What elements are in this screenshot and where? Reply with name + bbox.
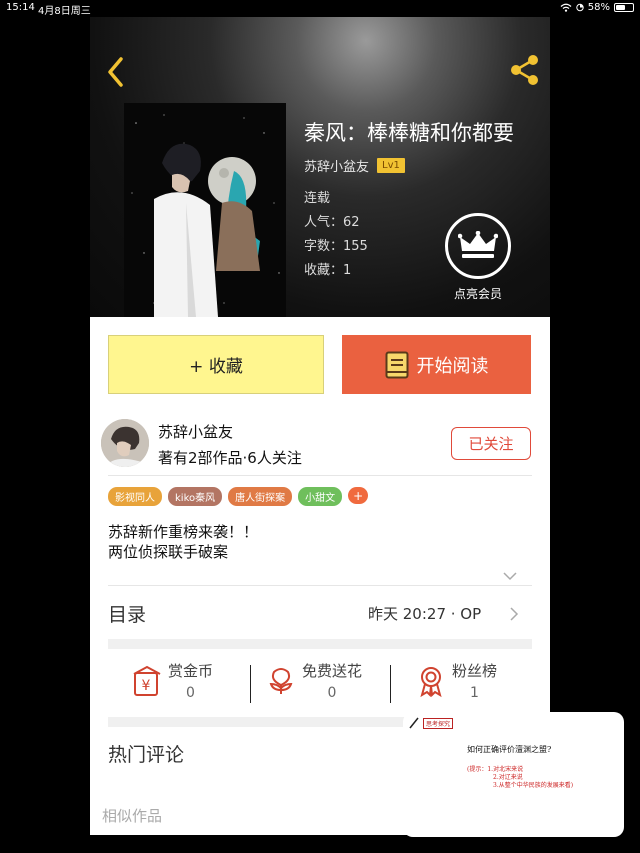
expand-intro-button[interactable] (502, 566, 518, 581)
book-title: 秦风：棒棒糖和你都要 (304, 121, 514, 145)
toc-chevron[interactable] (509, 606, 519, 622)
cover-image (124, 103, 286, 317)
book-intro: 苏辞新作重榜来袭！！ 两位侦探联手破案 (108, 522, 258, 562)
book-header: 秦风：棒棒糖和你都要 苏辞小盆友 Lv1 连载 人气：62 字数：155 收藏：… (90, 17, 550, 317)
author-stats: 著有2部作品·6人关注 (158, 449, 302, 467)
tag-list: 影视同人 kiko秦风 唐人街探案 小甜文 + (108, 487, 369, 506)
book-collections: 收藏：1 (304, 263, 352, 278)
tag-item[interactable]: 小甜文 (298, 487, 343, 506)
start-reading-label: 开始阅读 (416, 355, 489, 377)
status-date: 4月8日周三 (38, 6, 91, 17)
thumbnail-header: 思考探究 (409, 717, 454, 729)
divider (108, 585, 532, 586)
stat-separator (390, 665, 391, 703)
send-flower-button[interactable]: 免费送花 0 (264, 660, 362, 701)
tag-item[interactable]: 影视同人 (108, 487, 162, 506)
stat-label: 粉丝榜 (452, 662, 498, 680)
back-button[interactable] (102, 55, 132, 89)
add-tag-button[interactable]: + (348, 487, 369, 504)
header-author-name[interactable]: 苏辞小盆友 (304, 156, 369, 175)
toc-label[interactable]: 目录 (108, 600, 146, 627)
battery-percent: 58% (587, 2, 610, 13)
stat-separator (250, 665, 251, 703)
chevron-right-icon (510, 607, 519, 621)
stat-value: 1 (470, 685, 479, 701)
share-button[interactable] (508, 53, 542, 87)
toc-latest-update[interactable]: 昨天 20:27 · OP (368, 603, 481, 624)
book-popularity: 人气：62 (304, 215, 360, 230)
fan-ranking-button[interactable]: 粉丝榜 1 (414, 660, 497, 701)
chevron-left-icon (108, 57, 123, 87)
section-gap (108, 639, 532, 649)
stat-value: 0 (327, 685, 337, 701)
stat-value: 0 (186, 685, 195, 701)
stat-label: 赏金币 (168, 662, 214, 680)
floating-thumbnail[interactable]: 思考探究 如何正确评价澶渊之盟? (提示：1.对北宋来说 2.对辽来说 3.从整… (403, 712, 624, 837)
book-cover[interactable] (124, 103, 286, 317)
thumbnail-hint: 3.从整个中华民族的发展来看) (493, 782, 574, 789)
medal-icon (420, 666, 442, 697)
crown-icon (458, 231, 498, 258)
signal-icon (576, 3, 584, 12)
intro-line-2: 两位侦探联手破案 (108, 543, 229, 561)
chevron-down-icon (503, 572, 517, 581)
flower-icon (269, 667, 293, 694)
level-badge: Lv1 (377, 158, 405, 173)
avatar-image (101, 419, 149, 467)
battery-icon (614, 3, 634, 12)
divider (108, 475, 532, 476)
vip-button[interactable]: 点亮会员 (442, 213, 514, 302)
status-time: 15:14 (6, 2, 35, 13)
intro-line-1: 苏辞新作重榜来袭！！ (108, 523, 259, 541)
follow-button[interactable]: 已关注 (451, 427, 531, 460)
vip-circle (445, 213, 511, 279)
thumbnail-tag: 思考探究 (423, 717, 454, 729)
reward-coin-button[interactable]: ¥ 赏金币 0 (130, 660, 213, 701)
tag-item[interactable]: 唐人街探案 (228, 487, 293, 506)
start-reading-button[interactable]: 开始阅读 (342, 335, 531, 394)
stat-label: 免费送花 (302, 662, 363, 680)
author-avatar[interactable] (101, 419, 149, 467)
author-line: 苏辞小盆友 Lv1 (304, 156, 405, 175)
book-status: 连载 (304, 191, 331, 206)
book-word-count: 字数：155 (304, 239, 368, 254)
tag-item[interactable]: kiko秦风 (168, 487, 223, 506)
wifi-icon (560, 3, 572, 12)
hot-comments-heading: 热门评论 (108, 744, 185, 766)
collect-button[interactable]: + 收藏 (108, 335, 324, 394)
vip-label: 点亮会员 (453, 287, 502, 301)
author-name[interactable]: 苏辞小盆友 (158, 421, 233, 442)
share-icon (511, 55, 538, 85)
book-icon (385, 351, 408, 378)
pen-icon (409, 717, 419, 729)
svg-text:¥: ¥ (142, 678, 151, 694)
coin-envelope-icon: ¥ (133, 665, 161, 696)
similar-works-heading: 相似作品 (102, 807, 163, 825)
status-bar: 15:14 4月8日周三 58% (0, 0, 640, 17)
thumbnail-question: 如何正确评价澶渊之盟? (467, 745, 552, 754)
status-right: 58% (560, 2, 634, 13)
